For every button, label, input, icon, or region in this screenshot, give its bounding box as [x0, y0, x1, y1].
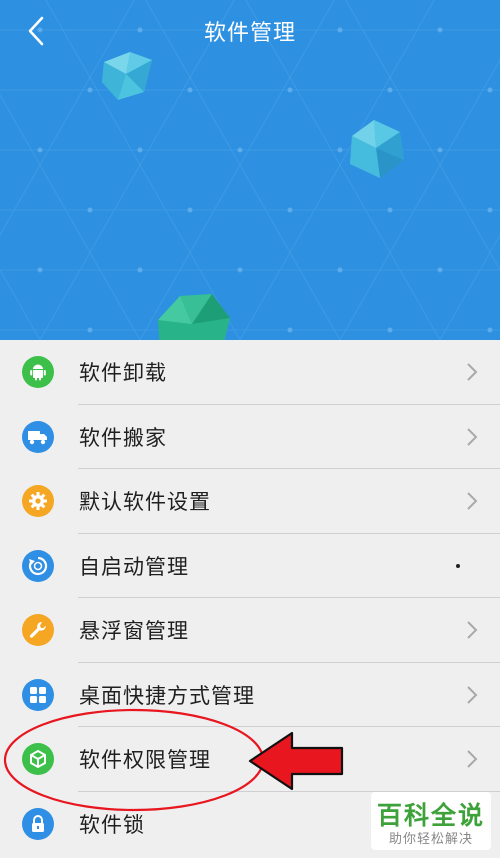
chevron-right-icon	[467, 750, 478, 768]
menu-item-label: 悬浮窗管理	[79, 619, 189, 644]
menu-item-label: 软件搬家	[79, 425, 167, 450]
watermark: 百科全说 助你轻松解决	[371, 792, 491, 850]
menu-item-floating-window[interactable]: 悬浮窗管理	[0, 598, 500, 663]
chevron-right-icon	[467, 363, 478, 381]
menu-item-uninstall[interactable]: 软件卸载	[0, 340, 500, 405]
android-icon	[22, 356, 54, 388]
chevron-left-icon[interactable]	[22, 16, 52, 46]
gem-decoration	[158, 294, 230, 340]
menu-item-label: 默认软件设置	[79, 490, 211, 515]
menu-item-label: 软件权限管理	[79, 748, 211, 773]
power-cycle-icon	[22, 549, 54, 582]
chevron-right-icon	[467, 685, 478, 704]
wrench-icon	[22, 614, 54, 646]
menu-item-label: 自启动管理	[79, 554, 189, 579]
chevron-right-icon	[467, 492, 478, 510]
watermark-title: 百科全说	[376, 801, 485, 830]
header-banner: 软件管理	[0, 0, 500, 340]
status-dot	[456, 563, 460, 568]
truck-icon	[22, 420, 54, 453]
title-bar: 软件管理	[0, 0, 500, 62]
menu-item-autostart[interactable]: 自启动管理	[0, 534, 500, 598]
menu-item-move-apps[interactable]: 软件搬家	[0, 405, 500, 469]
chevron-right-icon	[467, 427, 478, 446]
menu-item-label: 桌面快捷方式管理	[79, 683, 255, 708]
menu-item-desktop-shortcuts[interactable]: 桌面快捷方式管理	[0, 663, 500, 727]
cube-icon	[22, 743, 54, 775]
chevron-right-icon	[467, 621, 478, 639]
gem-decoration	[350, 120, 404, 178]
page-title: 软件管理	[203, 21, 296, 46]
menu-item-default-apps[interactable]: 默认软件设置	[0, 469, 500, 534]
menu-item-app-permissions[interactable]: 软件权限管理	[0, 727, 500, 792]
grid-icon	[22, 678, 54, 711]
menu-item-label: 软件锁	[79, 812, 145, 837]
lock-icon	[22, 807, 54, 840]
gear-icon	[22, 485, 54, 517]
watermark-subtitle: 助你轻松解决	[388, 832, 473, 847]
menu-list: 软件卸载 软件搬家 默认软件设置 自启动管理 悬浮窗管理 桌面快捷方式管理 软件…	[0, 340, 500, 858]
menu-item-label: 软件卸载	[79, 361, 167, 386]
